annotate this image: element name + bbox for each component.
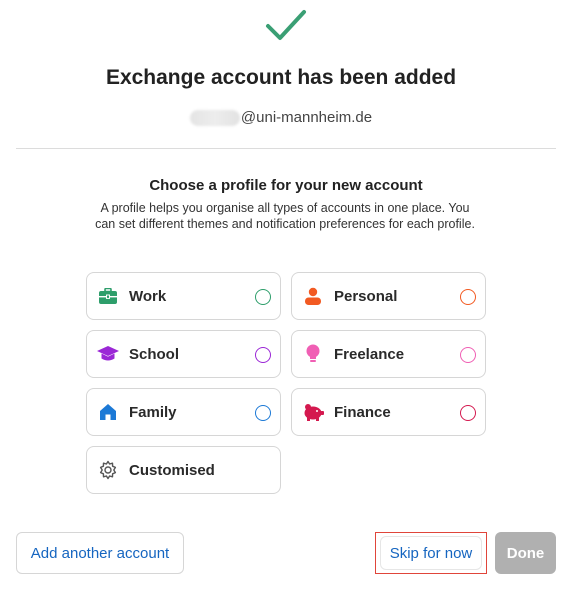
profile-label: Work <box>129 287 167 305</box>
done-button[interactable]: Done <box>495 532 556 574</box>
account-email: @uni-mannheim.de <box>0 109 562 126</box>
graduation-cap-icon <box>97 343 119 365</box>
profile-radio[interactable] <box>460 347 476 363</box>
profile-option-finance[interactable]: Finance <box>291 388 486 436</box>
profile-description: A profile helps you organise all types o… <box>95 201 475 231</box>
skip-for-now-button[interactable]: Skip for now <box>375 532 487 574</box>
profile-label: Customised <box>129 461 215 479</box>
profile-option-school[interactable]: School <box>86 330 281 378</box>
checkmark-icon <box>266 10 306 40</box>
lightbulb-icon <box>302 343 324 365</box>
piggy-bank-icon <box>302 401 324 423</box>
profile-label: Finance <box>334 403 391 421</box>
profile-label: Freelance <box>334 345 405 363</box>
profile-option-freelance[interactable]: Freelance <box>291 330 486 378</box>
profile-option-customised[interactable]: Customised <box>86 446 281 494</box>
briefcase-icon <box>97 285 119 307</box>
profile-option-personal[interactable]: Personal <box>291 272 486 320</box>
person-icon <box>302 285 324 307</box>
profile-label: Personal <box>334 287 398 305</box>
profile-label: School <box>129 345 180 363</box>
gear-icon <box>97 459 119 481</box>
profile-radio[interactable] <box>255 289 271 305</box>
profile-label: Family <box>129 403 177 421</box>
profile-radio[interactable] <box>255 347 271 363</box>
email-domain: @uni-mannheim.de <box>240 109 373 126</box>
profile-radio[interactable] <box>460 289 476 305</box>
profile-option-family[interactable]: Family <box>86 388 281 436</box>
page-title: Exchange account has been added <box>105 66 457 89</box>
house-icon <box>97 401 119 423</box>
email-username-redacted <box>189 109 240 126</box>
profile-radio[interactable] <box>255 405 271 421</box>
profile-heading: Choose a profile for your new account <box>149 177 423 194</box>
profile-option-work[interactable]: Work <box>86 272 281 320</box>
divider <box>16 148 556 149</box>
add-another-account-button[interactable]: Add another account <box>16 532 184 574</box>
skip-button-label: Skip for now <box>389 544 473 562</box>
profile-radio[interactable] <box>460 405 476 421</box>
